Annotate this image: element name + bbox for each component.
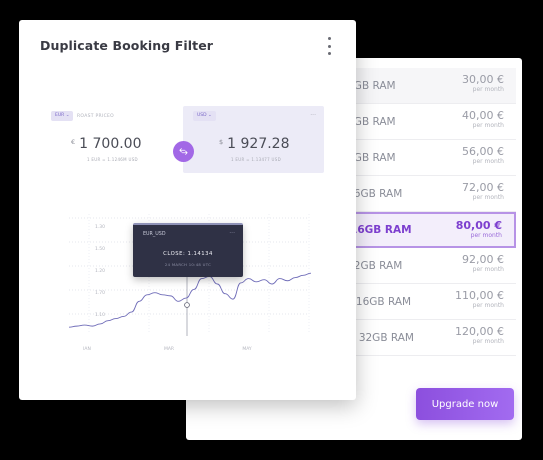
from-currency-select[interactable]: EUR ⌄ [51,111,74,121]
x-tick-label: JAN [82,346,91,350]
plan-period: per month [472,122,504,129]
plan-price: 72,00 € per month [462,182,504,202]
data-point-marker[interactable] [184,302,190,308]
plan-period: per month [470,232,502,239]
plan-price: 80,00 € per month [456,220,502,240]
to-amount: $ 1 927.28 [219,136,289,152]
plan-amount: 40,00 € [462,109,504,122]
y-tick-label: 1.20 [95,268,105,274]
plan-period: per month [472,266,504,273]
upgrade-button[interactable]: Upgrade now [416,388,514,420]
swap-currency-button[interactable] [173,141,194,162]
plan-period: per month [472,338,504,345]
plan-amount: 80,00 € [455,219,502,232]
from-currency-panel: EUR ⌄ ROAST PRICEO € 1 700.00 1 EUR = 1.… [47,106,187,173]
chart-tooltip: EUR_USD ··· CLOSE: 1.14134 24 MARCH 10:4… [133,223,243,277]
tooltip-date: 24 MARCH 10:48 UTC [164,262,212,267]
to-currency-panel: USD ⌄ ··· $ 1 927.28 1 EUR = 1.13477 USD [183,106,324,173]
from-amount: € 1 700.00 [71,136,141,152]
plan-amount: 120,00 € [455,325,504,338]
plan-price: 120,00 € per month [455,326,504,346]
tooltip-close-value: CLOSE: 1.14134 [163,251,213,257]
y-tick-label: 1.30 [95,224,105,230]
plan-period: per month [472,302,504,309]
to-currency-select[interactable]: USD ⌄ [193,111,216,121]
plan-price: 56,00 € per month [462,146,504,166]
dollar-symbol: $ [219,138,224,146]
from-amount-value: 1 700.00 [79,136,142,152]
kebab-menu-icon[interactable] [324,37,334,55]
plan-price: 92,00 € per month [462,254,504,274]
to-rate: 1 EUR = 1.13477 USD [231,157,282,162]
tooltip-more-icon[interactable]: ··· [229,230,235,237]
plan-amount: 110,00 € [455,289,504,302]
y-tick-label: 1.50 [95,246,105,252]
from-currency-hint: ROAST PRICEO [77,114,114,119]
to-amount-value: 1 927.28 [227,136,290,152]
plan-price: 110,00 € per month [455,290,504,310]
plan-price: 40,00 € per month [462,110,504,130]
booking-filter-card: Duplicate Booking Filter EUR ⌄ ROAST PRI… [19,20,356,400]
x-tick-label: MAR [164,346,174,350]
from-rate: 1 EUR = 1.1246M USD [87,157,138,162]
plan-amount: 56,00 € [462,145,504,158]
euro-symbol: € [71,138,76,146]
card-title: Duplicate Booking Filter [40,38,214,53]
x-tick-label: MAY [242,346,252,350]
plan-period: per month [472,158,504,165]
more-icon[interactable]: ··· [310,112,316,119]
plan-period: per month [472,86,504,93]
swap-currency-icon [179,148,188,155]
y-tick-label: 1.10 [95,312,105,318]
series-line [68,272,312,328]
plan-price: 30,00 € per month [462,74,504,94]
plan-amount: 92,00 € [462,253,504,266]
plan-amount: 72,00 € [462,181,504,194]
tooltip-pair: EUR_USD [143,232,166,237]
plan-period: per month [472,194,504,201]
plan-amount: 30,00 € [462,73,504,86]
y-tick-label: 1.70 [95,290,105,296]
